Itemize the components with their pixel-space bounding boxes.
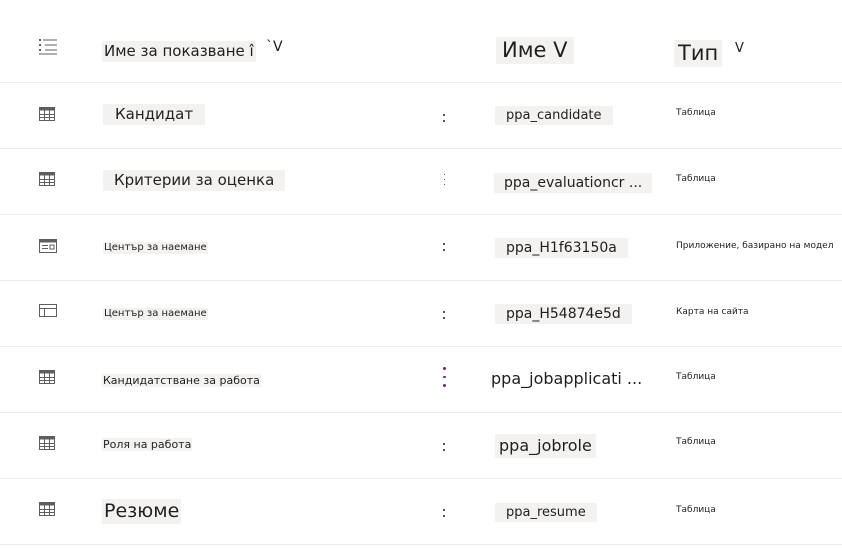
table-row[interactable]: Критерии за оценка ppa_evaluationcr ... … bbox=[0, 148, 842, 215]
display-name-sort-icon[interactable]: `V bbox=[266, 40, 283, 54]
type-sort-icon[interactable]: V bbox=[735, 42, 744, 55]
row-display-name[interactable]: Център за наемане bbox=[103, 308, 208, 320]
row-type: Приложение, базирано на модел bbox=[676, 241, 834, 251]
row-name[interactable]: ppa_H54874e5d bbox=[495, 304, 632, 324]
row-display-name[interactable]: Резюме bbox=[102, 499, 182, 524]
list-header: Име за показване î `V Име V Тип V bbox=[0, 0, 842, 83]
sitemap-icon bbox=[39, 304, 57, 318]
table-row[interactable]: Кандидат ppa_candidate Таблица bbox=[0, 82, 842, 149]
table-icon bbox=[39, 107, 55, 121]
table-icon bbox=[39, 370, 55, 384]
more-options-button[interactable] bbox=[438, 105, 450, 131]
table-row[interactable]: Център за наемане ppa_H1f63150a Приложен… bbox=[0, 214, 842, 281]
table-row[interactable]: Център за наемане ppa_H54874e5d Карта на… bbox=[0, 280, 842, 347]
row-type: Таблица bbox=[676, 505, 716, 515]
row-name[interactable]: ppa_H1f63150a bbox=[495, 238, 628, 258]
model-driven-app-icon bbox=[39, 239, 57, 253]
table-row[interactable]: Кандидатстване за работа ppa_jobapplicat… bbox=[0, 346, 842, 413]
row-name[interactable]: ppa_candidate bbox=[495, 106, 613, 125]
more-options-button[interactable] bbox=[438, 500, 450, 526]
row-display-name[interactable]: Център за наемане bbox=[103, 242, 208, 254]
row-display-name[interactable]: Роля на работа bbox=[102, 438, 193, 451]
more-options-button[interactable] bbox=[438, 434, 450, 460]
row-display-name[interactable]: Кандидат bbox=[103, 104, 206, 125]
row-name[interactable]: ppa_jobrole bbox=[495, 434, 596, 458]
row-display-name[interactable]: Критерии за оценка bbox=[103, 170, 286, 191]
row-type: Таблица bbox=[676, 174, 716, 184]
row-type: Карта на сайта bbox=[676, 307, 749, 317]
row-type: Таблица bbox=[676, 437, 716, 447]
column-header-type[interactable]: Тип bbox=[674, 40, 723, 67]
more-options-button[interactable] bbox=[438, 168, 450, 190]
table-icon bbox=[39, 502, 55, 516]
column-header-name[interactable]: Име V bbox=[496, 37, 574, 64]
table-row[interactable]: Резюме ppa_resume Таблица bbox=[0, 478, 842, 545]
row-display-name[interactable]: Кандидатстване за работа bbox=[102, 374, 261, 387]
row-name[interactable]: ppa_jobapplicati ... bbox=[491, 371, 642, 387]
list-view-icon[interactable] bbox=[39, 38, 59, 56]
row-type: Таблица bbox=[676, 108, 716, 118]
more-options-button[interactable] bbox=[438, 234, 450, 260]
row-type: Таблица bbox=[676, 372, 716, 382]
more-options-button[interactable] bbox=[438, 302, 450, 328]
row-name[interactable]: ppa_resume bbox=[495, 503, 597, 522]
table-icon bbox=[39, 172, 55, 186]
table-row[interactable]: Роля на работа ppa_jobrole Таблица bbox=[0, 412, 842, 479]
column-header-display-name[interactable]: Име за показване î bbox=[102, 41, 256, 62]
row-name[interactable]: ppa_evaluationcr ... bbox=[494, 173, 653, 193]
table-icon bbox=[39, 436, 55, 450]
more-options-button[interactable] bbox=[438, 364, 450, 390]
